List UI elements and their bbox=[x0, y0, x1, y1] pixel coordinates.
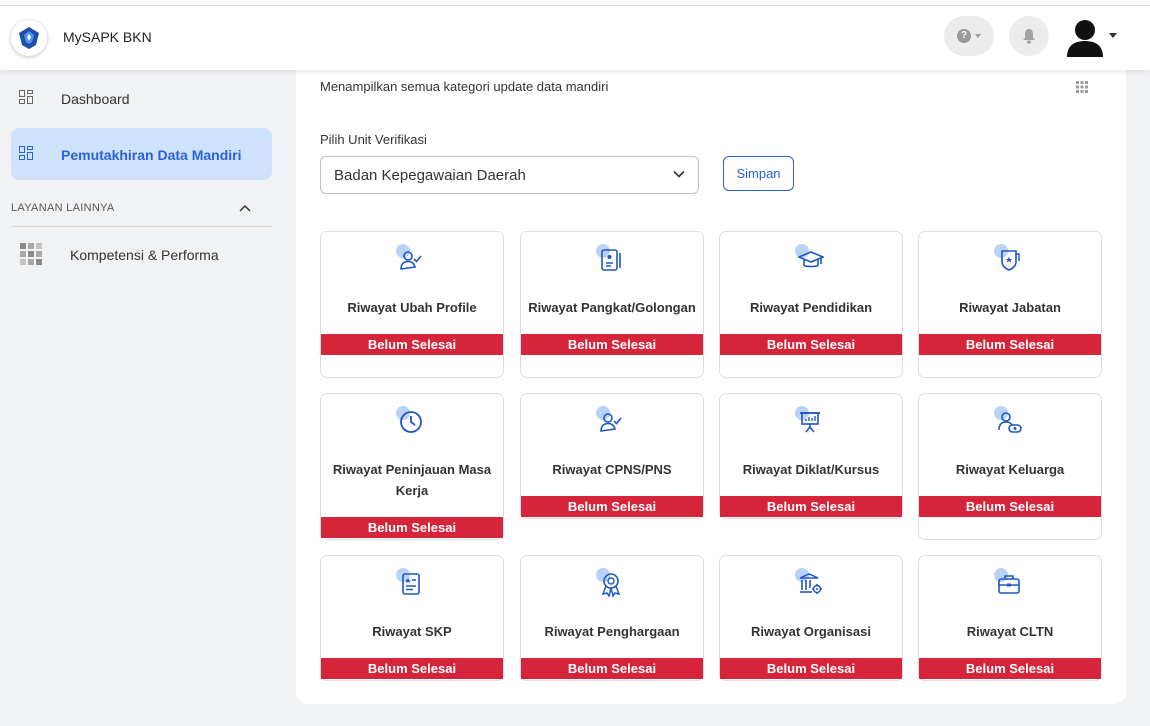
sidebar-item-label: Dashboard bbox=[61, 91, 130, 107]
tile-jabatan[interactable]: Riwayat Jabatan Belum Selesai bbox=[918, 231, 1102, 378]
status-badge: Belum Selesai bbox=[919, 496, 1101, 517]
help-icon: ? bbox=[957, 29, 971, 43]
tile-keluarga[interactable]: Riwayat Keluarga Belum Selesai bbox=[918, 393, 1102, 540]
graduation-cap-icon bbox=[798, 251, 824, 268]
tile-peninjauan-masa-kerja[interactable]: Riwayat Peninjauan Masa Kerja Belum Sele… bbox=[320, 393, 504, 540]
sidebar-item-dashboard[interactable]: Dashboard bbox=[11, 72, 272, 124]
document-star-icon bbox=[402, 573, 420, 595]
tile-organisasi[interactable]: Riwayat Organisasi Belum Selesai bbox=[719, 555, 903, 681]
tile-title: Riwayat Pendidikan bbox=[749, 300, 873, 315]
sidebar-item-kompetensi[interactable]: Kompetensi & Performa bbox=[11, 228, 272, 280]
status-badge: Belum Selesai bbox=[919, 334, 1101, 355]
main-panel: Menampilkan semua kategori update data m… bbox=[296, 60, 1126, 704]
tile-skp[interactable]: Riwayat SKP Belum Selesai bbox=[320, 555, 504, 681]
user-avatar[interactable] bbox=[1064, 16, 1106, 58]
status-badge: Belum Selesai bbox=[521, 334, 703, 355]
tile-title: Riwayat Diklat/Kursus bbox=[742, 462, 880, 477]
sidebar-item-label: Pemutakhiran Data Mandiri bbox=[61, 147, 242, 163]
grid-layout-icon bbox=[19, 90, 33, 104]
user-menu-chevron-icon[interactable] bbox=[1109, 33, 1117, 38]
user-silhouette-icon bbox=[1067, 20, 1103, 57]
status-badge: Belum Selesai bbox=[720, 334, 902, 355]
clock-icon bbox=[400, 411, 422, 433]
help-menu-button[interactable]: ? bbox=[944, 16, 994, 56]
select-value: Badan Kepegawaian Daerah bbox=[334, 167, 526, 184]
tile-title: Riwayat CPNS/PNS bbox=[552, 462, 672, 477]
notification-button[interactable] bbox=[1009, 16, 1049, 56]
chevron-down-icon bbox=[673, 170, 685, 178]
panel-description: Menampilkan semua kategori update data m… bbox=[320, 79, 609, 94]
building-gear-icon bbox=[799, 573, 822, 594]
chevron-down-icon bbox=[975, 34, 981, 38]
tile-cltn[interactable]: Riwayat CLTN Belum Selesai bbox=[918, 555, 1102, 681]
section-divider bbox=[11, 226, 272, 227]
chevron-up-icon[interactable] bbox=[238, 203, 252, 213]
status-badge: Belum Selesai bbox=[321, 658, 503, 679]
tile-title: Riwayat Pangkat/Golongan bbox=[528, 300, 696, 315]
tile-ubah-profile[interactable]: Riwayat Ubah Profile Belum Selesai bbox=[320, 231, 504, 378]
apps-grid-icon bbox=[20, 243, 42, 265]
unit-verifikasi-select[interactable]: Badan Kepegawaian Daerah bbox=[320, 156, 699, 194]
id-card-icon bbox=[601, 249, 621, 271]
tile-cpns-pns[interactable]: Riwayat CPNS/PNS Belum Selesai bbox=[520, 393, 704, 519]
top-header: MySAPK BKN ? bbox=[0, 6, 1150, 70]
grid-layout-icon bbox=[19, 146, 33, 160]
tile-pendidikan[interactable]: Riwayat Pendidikan Belum Selesai bbox=[719, 231, 903, 378]
status-badge: Belum Selesai bbox=[720, 658, 902, 679]
tile-pangkat-golongan[interactable]: Riwayat Pangkat/Golongan Belum Selesai bbox=[520, 231, 704, 378]
award-icon bbox=[601, 573, 621, 598]
app-title: MySAPK BKN bbox=[63, 29, 152, 45]
user-check-icon bbox=[600, 413, 622, 432]
tile-title: Riwayat Organisasi bbox=[751, 624, 871, 639]
sidebar: Dashboard Pemutakhiran Data Mandiri LAYA… bbox=[0, 70, 284, 726]
briefcase-icon bbox=[998, 575, 1020, 594]
presentation-icon bbox=[800, 412, 820, 433]
user-check-icon bbox=[400, 251, 422, 270]
tile-diklat-kursus[interactable]: Riwayat Diklat/Kursus Belum Selesai bbox=[719, 393, 903, 519]
status-badge: Belum Selesai bbox=[720, 496, 902, 517]
sidebar-item-pemutakhiran[interactable]: Pemutakhiran Data Mandiri bbox=[11, 128, 272, 180]
bell-icon bbox=[1023, 29, 1035, 44]
bkn-logo-icon bbox=[19, 27, 39, 49]
status-badge: Belum Selesai bbox=[321, 517, 503, 538]
status-badge: Belum Selesai bbox=[521, 658, 703, 679]
sidebar-item-label: Kompetensi & Performa bbox=[70, 247, 219, 263]
shield-badge-icon bbox=[1001, 250, 1020, 271]
section-header-layanan: LAYANAN LAINNYA bbox=[11, 202, 115, 214]
grid-view-icon[interactable] bbox=[1076, 81, 1088, 93]
status-badge: Belum Selesai bbox=[919, 658, 1101, 679]
tile-title: Riwayat Penghargaan bbox=[544, 624, 680, 639]
unit-verifikasi-label: Pilih Unit Verifikasi bbox=[320, 132, 427, 147]
tile-title: Riwayat Ubah Profile bbox=[347, 300, 477, 315]
status-badge: Belum Selesai bbox=[521, 496, 703, 517]
tile-title: Riwayat Keluarga bbox=[955, 462, 1065, 477]
family-icon bbox=[998, 412, 1022, 433]
save-button[interactable]: Simpan bbox=[723, 156, 794, 191]
tile-title: Riwayat SKP bbox=[372, 624, 452, 639]
tile-title: Riwayat CLTN bbox=[966, 624, 1054, 639]
tile-title: Riwayat Jabatan bbox=[959, 300, 1061, 315]
status-badge: Belum Selesai bbox=[321, 334, 503, 355]
tile-penghargaan[interactable]: Riwayat Penghargaan Belum Selesai bbox=[520, 555, 704, 681]
app-logo[interactable] bbox=[11, 20, 47, 56]
tile-title: Riwayat Peninjauan Masa Kerja bbox=[332, 462, 492, 498]
